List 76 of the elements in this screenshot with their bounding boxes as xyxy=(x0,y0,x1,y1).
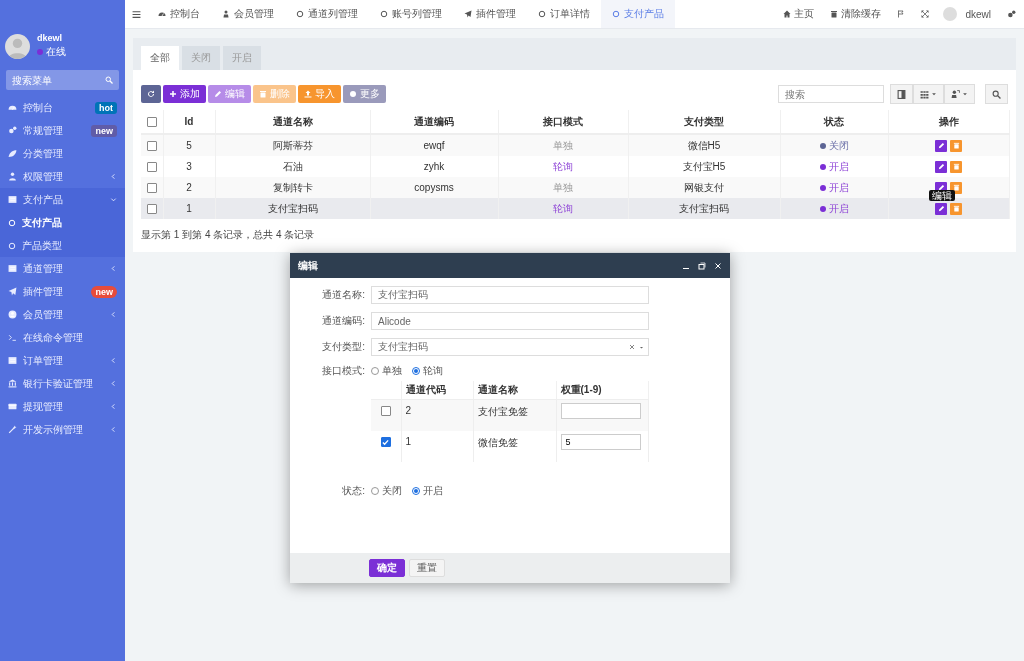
table-cell: 支付宝扫码 xyxy=(679,202,729,214)
sidebar-item[interactable]: 分类管理 xyxy=(0,142,125,165)
sidebar-item[interactable]: 订单管理 xyxy=(0,349,125,372)
table-cell: zyhk xyxy=(423,161,445,172)
table-cell: 微信H5 xyxy=(687,139,721,151)
mode-label: 轮询 xyxy=(553,202,573,214)
radio-option[interactable]: 单独 xyxy=(371,364,402,378)
pagination-info: 显示第 1 到第 4 条记录，总共 4 条记录 xyxy=(141,228,316,242)
sidebar-item[interactable]: 开发示例管理 xyxy=(0,418,125,441)
field-label: 通道名称: xyxy=(321,288,365,302)
sidebar-item[interactable]: 在线命令管理 xyxy=(0,326,125,349)
nav-tab[interactable]: 支付产品 xyxy=(601,0,675,28)
user-status: 在线 xyxy=(46,45,66,59)
table-cell: 1 xyxy=(186,203,192,214)
status-label: 关闭 xyxy=(828,138,849,153)
weight-field[interactable]: 5 xyxy=(560,434,641,450)
dialog-title: 编辑 xyxy=(298,258,319,273)
header-link[interactable]: 主页 xyxy=(775,7,823,21)
field-label: 通道编码: xyxy=(321,314,365,328)
sidebar-subitem[interactable]: 产品类型 xyxy=(0,234,125,257)
add-button[interactable]: 添加 xyxy=(163,85,206,103)
table-cell: 支付宝扫码 xyxy=(267,202,318,214)
table-row[interactable]: 5 阿斯蒂芬 ewqf 单独 微信H5 关闭 xyxy=(141,134,1009,156)
sidebar-item[interactable]: 支付产品 xyxy=(0,188,125,211)
menu-badge: new xyxy=(91,124,117,137)
table-cell: 2 xyxy=(405,405,412,416)
field-label: 状态: xyxy=(341,484,365,498)
table-cell: 支付宝H5 xyxy=(682,160,726,172)
select-field[interactable]: 支付宝扫码 xyxy=(371,338,649,356)
field-label: 支付类型: xyxy=(321,340,365,354)
field-label: 接口模式: xyxy=(321,364,365,378)
status-label: 开启 xyxy=(828,159,849,174)
sidebar-item[interactable]: 插件管理 new xyxy=(0,280,125,303)
table-cell: 3 xyxy=(186,161,192,172)
radio-option[interactable]: 开启 xyxy=(412,484,443,498)
sidebar-item[interactable]: 通道管理 xyxy=(0,257,125,280)
text-field[interactable]: Alicode xyxy=(371,312,649,330)
search-field[interactable]: 搜索 xyxy=(778,85,884,103)
sidebar-item[interactable]: 会员管理 xyxy=(0,303,125,326)
nav-tab[interactable]: 会员管理 xyxy=(211,0,285,28)
nav-tab[interactable]: 插件管理 xyxy=(453,0,527,28)
sidebar-item[interactable]: 控制台 hot xyxy=(0,96,125,119)
header-user[interactable]: dkewl xyxy=(957,8,999,20)
table-cell: 阿斯蒂芬 xyxy=(272,139,313,151)
radio-option[interactable]: 关闭 xyxy=(371,484,402,498)
confirm-button[interactable]: 确定 xyxy=(369,559,405,577)
sidebar-item[interactable]: 银行卡验证管理 xyxy=(0,372,125,395)
mode-label: 单独 xyxy=(553,139,573,151)
table-cell: 石油 xyxy=(282,160,303,172)
nav-tab[interactable]: 账号列管理 xyxy=(369,0,453,28)
menu-badge: hot xyxy=(95,101,117,114)
radio-option[interactable]: 轮询 xyxy=(412,364,443,378)
table-cell: ewqf xyxy=(423,140,445,151)
mode-label: 轮询 xyxy=(553,160,573,172)
column-header: 权重(1-9) xyxy=(556,381,649,400)
reset-button[interactable]: 重置 xyxy=(409,559,445,577)
filter-tab[interactable]: 全部 xyxy=(141,46,179,70)
menu-badge: new xyxy=(91,285,117,298)
sidebar-item[interactable]: 权限管理 xyxy=(0,165,125,188)
sidebar-item[interactable]: 提现管理 xyxy=(0,395,125,418)
table-cell: 微信免签 xyxy=(477,437,518,448)
header-link[interactable]: 清除缓存 xyxy=(822,7,890,21)
nav-tab[interactable]: 通道列管理 xyxy=(285,0,369,28)
user-name: dkewl xyxy=(37,33,63,43)
table-cell: 支付宝免签 xyxy=(477,406,528,417)
column-header: 通道代码 xyxy=(401,381,473,400)
table-cell: 1 xyxy=(405,436,412,447)
nav-tab[interactable]: 控制台 xyxy=(147,0,211,28)
table-cell: 5 xyxy=(186,140,192,151)
sidebar-subitem[interactable]: 支付产品 xyxy=(0,211,125,234)
status-label: 开启 xyxy=(828,201,849,216)
nav-tab[interactable]: 订单详情 xyxy=(527,0,601,28)
sidebar-item[interactable]: 常规管理 new xyxy=(0,119,125,142)
text-field[interactable]: 支付宝扫码 xyxy=(371,286,649,304)
tooltip: 编辑 xyxy=(929,189,955,201)
column-header: 通道名称 xyxy=(473,381,556,400)
